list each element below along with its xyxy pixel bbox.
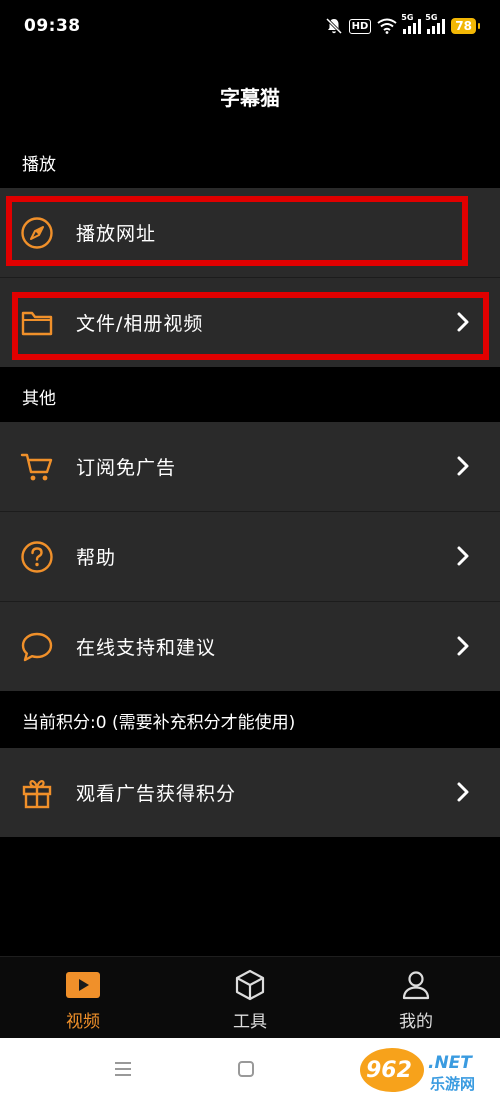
bottom-nav: 视频 工具 我的 xyxy=(0,956,500,1038)
home-button-icon[interactable] xyxy=(238,1061,254,1077)
chevron-right-icon xyxy=(457,456,469,476)
signal-tag-1: 5G xyxy=(401,13,414,22)
page-title: 字幕猫 xyxy=(220,86,280,110)
row-help[interactable]: 帮助 xyxy=(0,512,500,601)
watermark-logo: 962 .NET 乐游网 xyxy=(360,1048,475,1093)
chevron-right-icon xyxy=(457,782,469,802)
nav-tab-tools[interactable]: 工具 xyxy=(190,957,310,1039)
row-label-subscribe: 订阅免广告 xyxy=(76,457,177,479)
chat-bubble-icon xyxy=(21,632,53,662)
mute-bell-icon xyxy=(325,17,342,35)
gift-icon xyxy=(22,780,52,809)
nav-label-mine: 我的 xyxy=(399,1012,433,1032)
recent-apps-icon[interactable] xyxy=(114,1061,132,1077)
chevron-right-icon xyxy=(457,546,469,566)
status-time: 09:38 xyxy=(24,16,81,36)
signal-icon-2: 5G xyxy=(425,13,446,34)
row-watch-ads-points[interactable]: 观看广告获得积分 xyxy=(0,748,500,837)
nav-tab-video[interactable]: 视频 xyxy=(23,957,143,1039)
nav-tab-mine[interactable]: 我的 xyxy=(356,957,476,1039)
svg-text:.NET: .NET xyxy=(428,1053,473,1073)
status-icons: HD 5G 5G 78 xyxy=(325,13,480,38)
battery-indicator: 78 xyxy=(451,18,480,34)
hd-badge: HD xyxy=(348,18,372,34)
nav-label-video: 视频 xyxy=(66,1012,100,1032)
svg-text:962: 962 xyxy=(366,1058,412,1083)
wifi-icon xyxy=(377,18,397,34)
section-label-play: 播放 xyxy=(22,155,56,175)
svg-text:乐游网: 乐游网 xyxy=(430,1075,475,1093)
row-label-help: 帮助 xyxy=(76,547,117,569)
system-nav-bar: 962 .NET 乐游网 xyxy=(0,1038,500,1100)
cart-icon xyxy=(20,453,53,481)
row-label-watch-ads: 观看广告获得积分 xyxy=(76,783,237,805)
chevron-right-icon xyxy=(457,636,469,656)
play-video-icon xyxy=(66,972,100,998)
section-label-other: 其他 xyxy=(22,389,56,409)
question-icon xyxy=(21,541,53,573)
cube-icon xyxy=(235,969,265,1001)
signal-icon-1: 5G xyxy=(401,13,422,34)
highlight-box-play-url xyxy=(6,196,468,266)
section-label-points: 当前积分:0 (需要补充积分才能使用) xyxy=(22,713,296,733)
user-icon xyxy=(402,971,430,1000)
nav-label-tools: 工具 xyxy=(233,1012,267,1032)
row-online-support[interactable]: 在线支持和建议 xyxy=(0,602,500,691)
row-label-online-support: 在线支持和建议 xyxy=(76,637,217,659)
status-bar: 09:38 HD 5G 5G 78 xyxy=(0,0,500,56)
row-subscribe-no-ads[interactable]: 订阅免广告 xyxy=(0,422,500,511)
highlight-box-file-album xyxy=(12,292,489,360)
signal-tag-2: 5G xyxy=(425,13,438,22)
